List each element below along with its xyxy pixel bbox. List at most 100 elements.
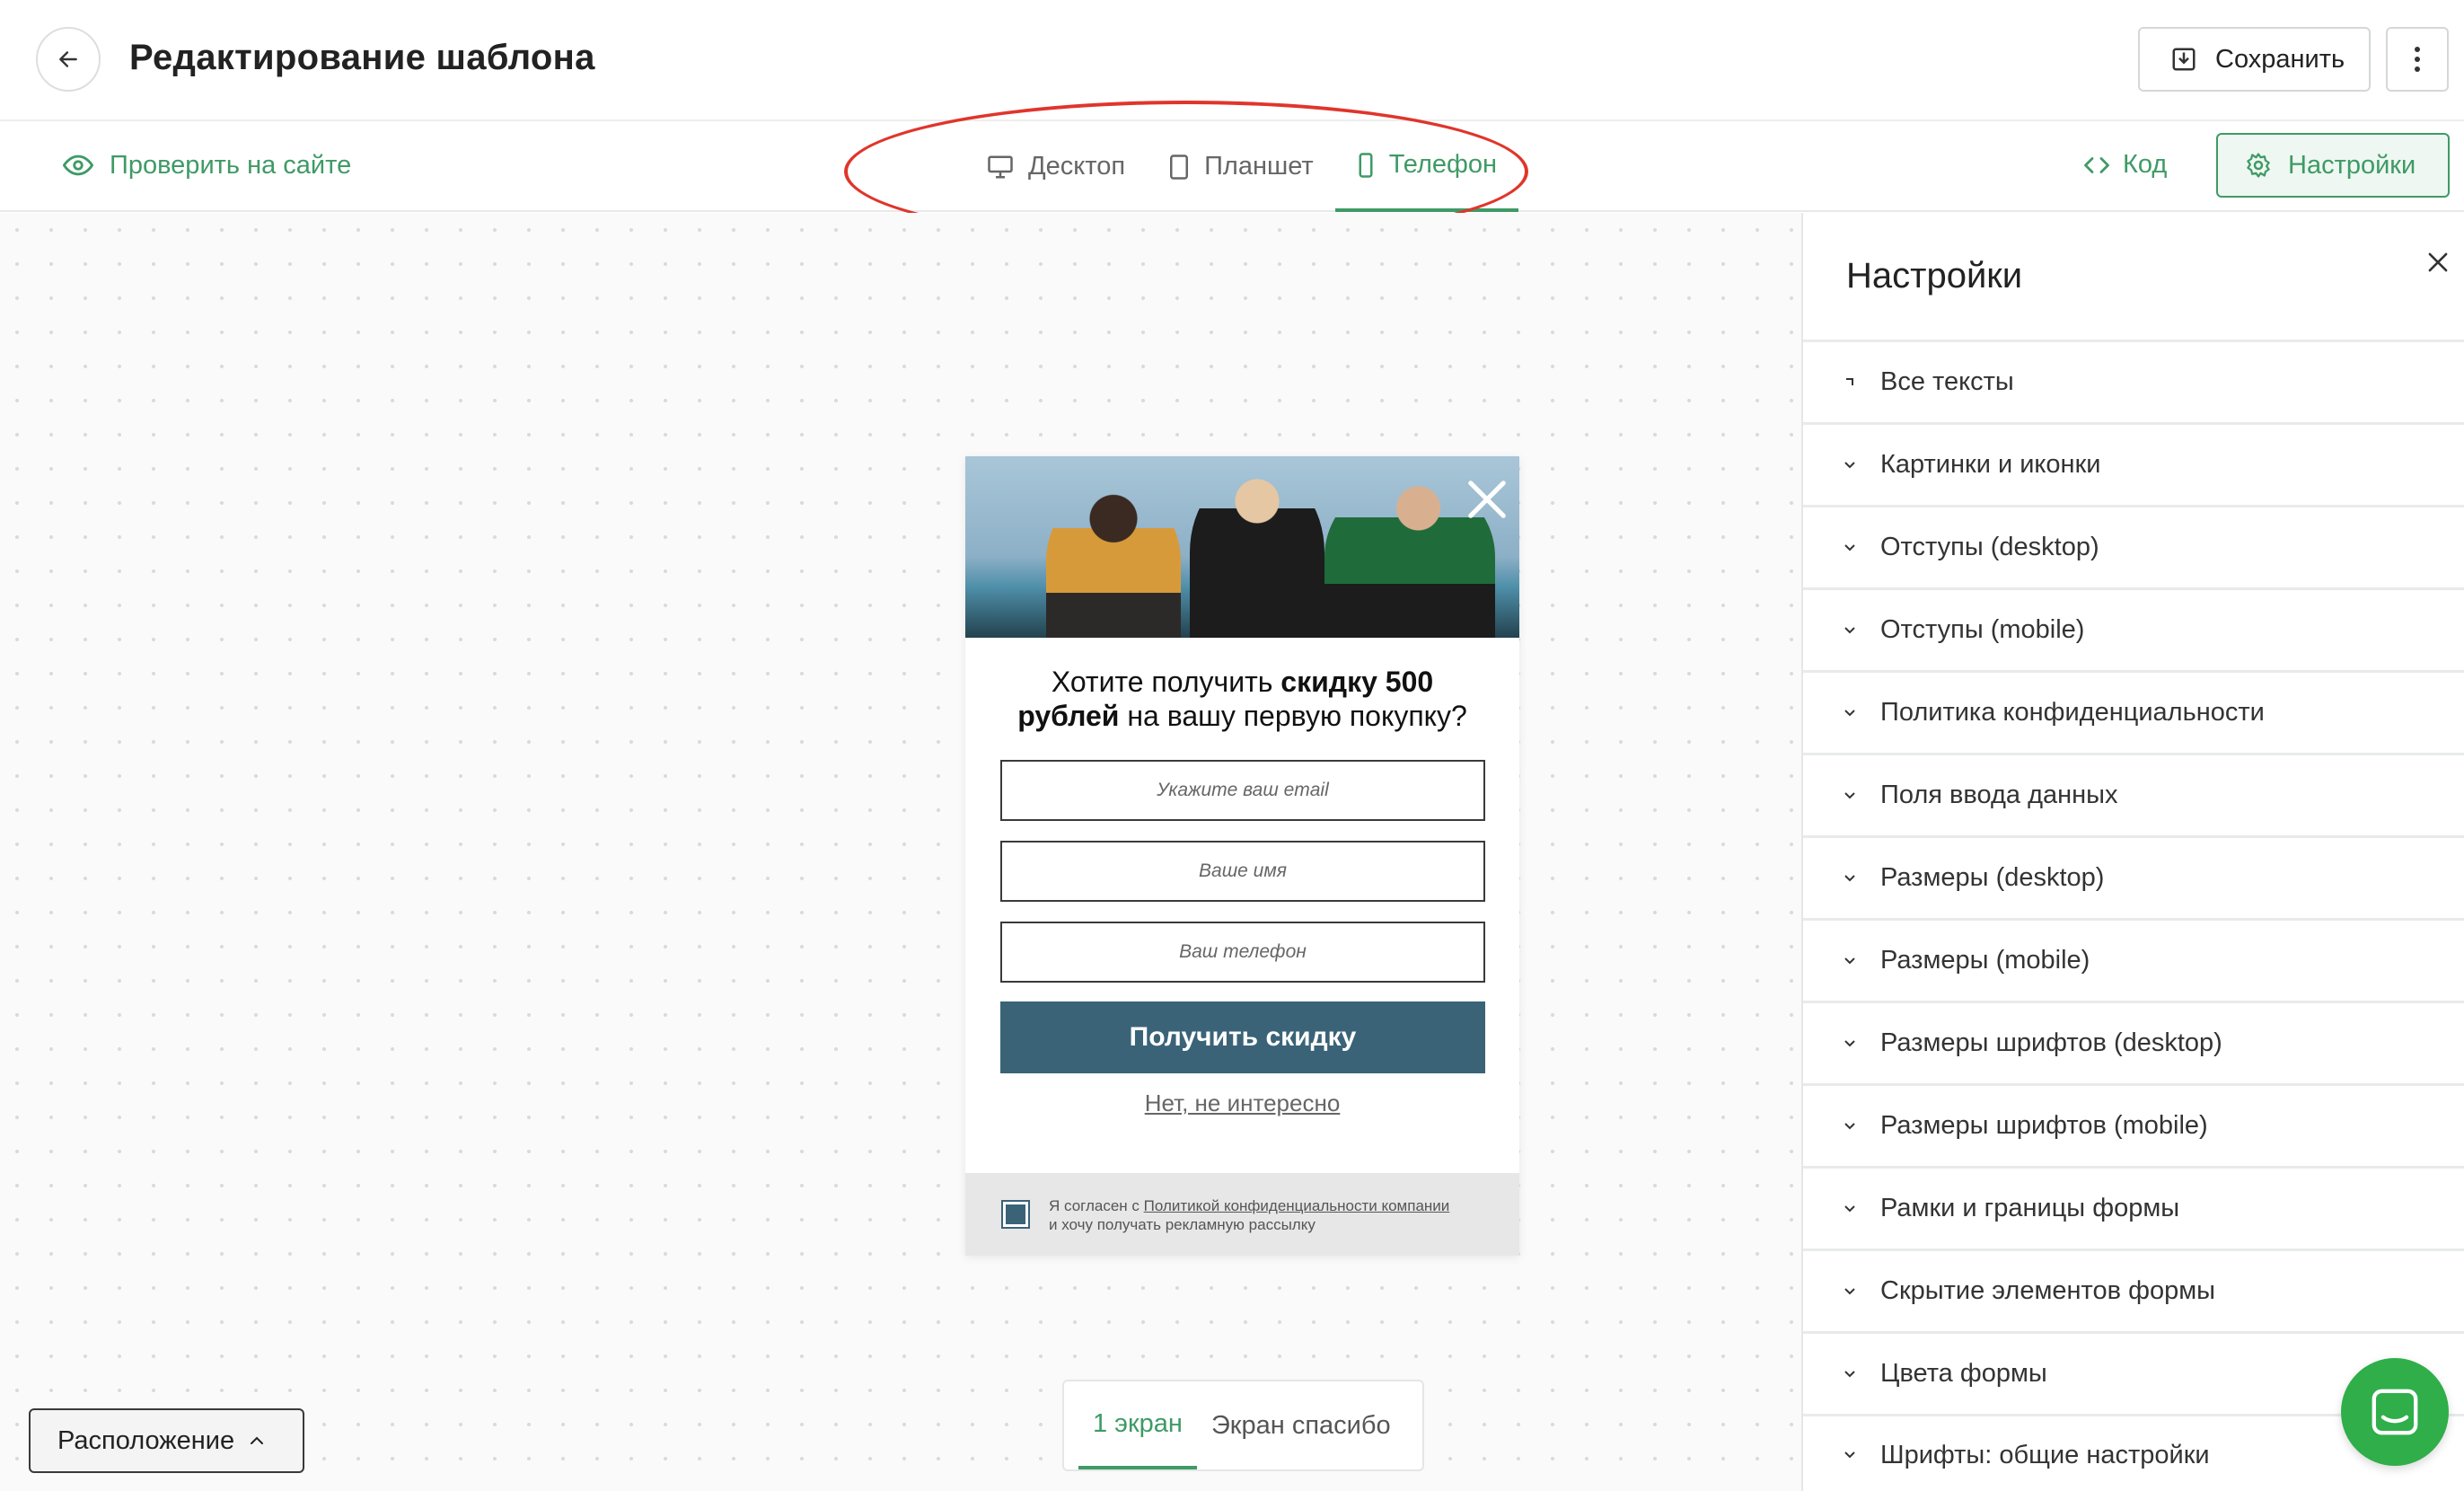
settings-item-label: Шрифты: общие настройки <box>1880 1440 2210 1469</box>
settings-item-label: Размеры (desktop) <box>1880 863 2105 892</box>
chat-icon <box>2372 1389 2418 1435</box>
chevron-down-icon <box>1841 1117 1859 1135</box>
settings-item-label: Картинки и иконки <box>1880 450 2101 479</box>
headline-bold-2: рублей <box>1017 700 1120 732</box>
settings-item-images[interactable]: Картинки и иконки <box>1803 422 2464 505</box>
settings-item-hide-elements[interactable]: Скрытие элементов формы <box>1803 1248 2464 1331</box>
desktop-icon <box>988 155 1013 178</box>
close-icon[interactable] <box>1464 476 1510 523</box>
page-title: Редактирование шаблона <box>129 38 595 77</box>
settings-item-padding-mobile[interactable]: Отступы (mobile) <box>1803 587 2464 670</box>
save-button-label: Сохранить <box>2215 44 2345 74</box>
tablet-icon <box>1170 154 1189 180</box>
chevron-down-icon <box>1841 869 1859 887</box>
chevron-down-icon <box>1841 1365 1859 1383</box>
chevron-down-icon <box>1841 952 1859 970</box>
chevron-down-icon <box>1841 1035 1859 1053</box>
tab-tablet-label: Планшет <box>1204 152 1314 181</box>
settings-item-privacy[interactable]: Политика конфиденциальности <box>1803 670 2464 753</box>
get-discount-button[interactable]: Получить скидку <box>1000 1001 1485 1073</box>
settings-panel-title: Настройки <box>1846 256 2023 296</box>
checkbox-fill <box>1006 1204 1025 1224</box>
settings-panel: Настройки Все тексты Картинки и иконки О… <box>1801 213 2464 1491</box>
consent-text: Я согласен с Политикой конфиденциальност… <box>1049 1196 1449 1234</box>
settings-item-input-fields[interactable]: Поля ввода данных <box>1803 753 2464 835</box>
chevron-down-icon <box>1841 539 1859 557</box>
privacy-policy-link[interactable]: Политикой конфиденциальности компании <box>1144 1197 1450 1214</box>
save-button[interactable]: Сохранить <box>2138 27 2371 92</box>
name-field[interactable]: Ваше имя <box>1000 841 1485 902</box>
settings-item-label: Поля ввода данных <box>1880 781 2118 809</box>
editor-canvas <box>0 213 1801 1491</box>
chevron-down-icon <box>1841 456 1859 474</box>
popup-headline: Хотите получить скидку 500 рублей на ваш… <box>1001 665 1483 733</box>
settings-button[interactable]: Настройки <box>2216 133 2450 198</box>
settings-item-borders[interactable]: Рамки и границы формы <box>1803 1166 2464 1248</box>
save-icon <box>2172 48 2196 71</box>
consent-block: Я согласен с Политикой конфиденциальност… <box>965 1173 1519 1256</box>
chevron-up-icon <box>251 1436 264 1444</box>
phone-icon <box>1359 152 1373 178</box>
back-button[interactable] <box>36 27 101 92</box>
tab-desktop-label: Десктоп <box>1028 152 1126 181</box>
tab-phone-label: Телефон <box>1388 150 1498 179</box>
chevron-down-icon <box>1841 1283 1859 1301</box>
device-tabs: Десктоп Планшет Телефон <box>965 121 1519 212</box>
email-field[interactable]: Укажите ваш email <box>1000 760 1485 821</box>
headline-text-pre: Хотите получить <box>1051 666 1281 698</box>
chevron-down-icon <box>1841 1200 1859 1218</box>
more-vertical-icon <box>2415 47 2420 72</box>
settings-item-sizes-mobile[interactable]: Размеры (mobile) <box>1803 918 2464 1001</box>
check-on-site-label: Проверить на сайте <box>110 150 352 180</box>
settings-list: Все тексты Картинки и иконки Отступы (de… <box>1803 340 2464 1491</box>
tab-tablet[interactable]: Планшет <box>1147 121 1335 212</box>
chevron-down-icon <box>1841 787 1859 805</box>
settings-item-label: Рамки и границы формы <box>1880 1194 2180 1222</box>
more-options-button[interactable] <box>2386 27 2449 92</box>
code-link[interactable]: Код <box>2083 150 2167 180</box>
settings-item-label: Скрытие элементов формы <box>1880 1276 2216 1305</box>
consent-checkbox[interactable] <box>1001 1200 1030 1229</box>
editor-toolbar: Проверить на сайте Десктоп Планшет Телеф… <box>0 121 2464 212</box>
popup-preview[interactable]: Хотите получить скидку 500 рублей на ваш… <box>965 456 1519 1256</box>
decline-link[interactable]: Нет, не интересно <box>965 1090 1519 1117</box>
settings-item-font-sizes-mobile[interactable]: Размеры шрифтов (mobile) <box>1803 1083 2464 1166</box>
code-link-label: Код <box>2123 150 2168 179</box>
chevron-down-icon <box>1841 622 1859 640</box>
chevron-right-icon <box>1841 374 1859 392</box>
consent-text-post: и хочу получать рекламную рассылку <box>1049 1216 1316 1233</box>
settings-button-label: Настройки <box>2288 150 2416 180</box>
chevron-down-icon <box>1841 704 1859 722</box>
tab-desktop[interactable]: Десктоп <box>965 121 1147 212</box>
settings-item-label: Размеры шрифтов (desktop) <box>1880 1028 2222 1057</box>
settings-item-sizes-desktop[interactable]: Размеры (desktop) <box>1803 835 2464 918</box>
layout-button-label: Расположение <box>57 1425 235 1455</box>
close-icon[interactable] <box>2426 251 2450 274</box>
settings-item-label: Размеры шрифтов (mobile) <box>1880 1111 2208 1140</box>
popup-banner-image <box>965 456 1519 638</box>
layout-button[interactable]: Расположение <box>29 1408 304 1473</box>
page-header: Редактирование шаблона Сохранить <box>0 0 2464 121</box>
arrow-left-icon <box>59 51 77 67</box>
settings-item-label: Отступы (desktop) <box>1880 533 2099 561</box>
chevron-down-icon <box>1841 1446 1859 1464</box>
screen-tabs: 1 экран Экран спасибо <box>1062 1380 1424 1471</box>
settings-item-all-texts[interactable]: Все тексты <box>1803 340 2464 422</box>
headline-bold-1: скидку 500 <box>1280 666 1434 698</box>
settings-item-padding-desktop[interactable]: Отступы (desktop) <box>1803 505 2464 587</box>
settings-item-label: Отступы (mobile) <box>1880 615 2085 644</box>
eye-icon <box>63 154 93 176</box>
tab-screen-1[interactable]: 1 экран <box>1078 1381 1197 1469</box>
settings-item-label: Все тексты <box>1880 367 2014 396</box>
phone-field[interactable]: Ваш телефон <box>1000 922 1485 983</box>
tab-phone[interactable]: Телефон <box>1334 121 1519 212</box>
settings-item-font-sizes-desktop[interactable]: Размеры шрифтов (desktop) <box>1803 1001 2464 1083</box>
chat-widget-button[interactable] <box>2341 1358 2449 1466</box>
settings-item-label: Цвета формы <box>1880 1359 2047 1388</box>
gear-icon <box>2247 153 2270 178</box>
tab-screen-thanks[interactable]: Экран спасибо <box>1197 1381 1405 1469</box>
consent-text-pre: Я согласен с <box>1049 1197 1144 1214</box>
check-on-site-link[interactable]: Проверить на сайте <box>63 150 351 181</box>
settings-item-label: Размеры (mobile) <box>1880 946 2090 975</box>
settings-item-label: Политика конфиденциальности <box>1880 698 2265 727</box>
